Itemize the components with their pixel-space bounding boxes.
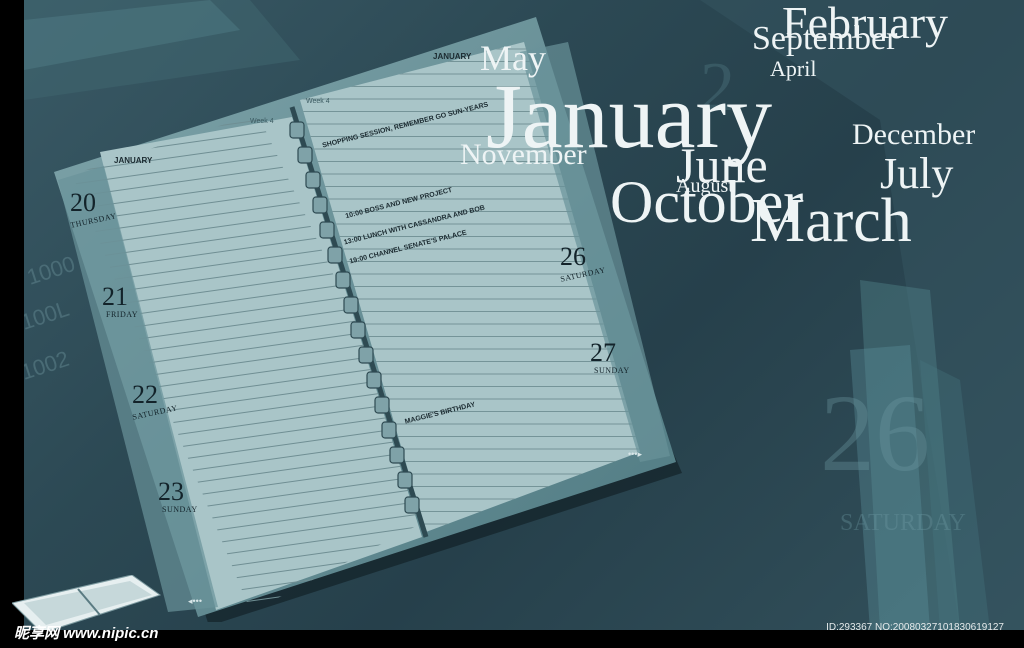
left-border xyxy=(0,0,24,648)
day-number: 23 xyxy=(158,477,184,506)
svg-text:SATURDAY: SATURDAY xyxy=(840,510,966,536)
month-word-november: November xyxy=(460,138,587,171)
month-word-february: February xyxy=(782,0,949,48)
desk-diary-wallpaper: 1000 100L 1002 26 SATURDAY 2 •••▸ ◂••• J… xyxy=(0,0,1024,648)
day-name: FRIDAY xyxy=(106,310,139,319)
left-week-label: Week 4 xyxy=(250,118,274,125)
right-week-label: Week 4 xyxy=(306,98,330,105)
day-number: 26 xyxy=(560,242,586,271)
watermark-site: 昵享网 www.nipic.cn xyxy=(14,625,159,642)
svg-text:26: 26 xyxy=(820,372,930,494)
watermark-id: ID:293367 NO:20080327101830619127 xyxy=(826,622,1004,633)
left-page-month: JANUARY xyxy=(114,156,153,165)
svg-text:•••▸: •••▸ xyxy=(628,449,642,459)
month-word-march: March xyxy=(750,187,912,255)
svg-text:◂•••: ◂••• xyxy=(188,596,202,606)
day-name: SUNDAY xyxy=(594,366,630,375)
day-name: SUNDAY xyxy=(162,505,198,514)
day-number: 20 xyxy=(70,188,96,217)
month-word-december: December xyxy=(852,118,976,151)
right-page-month: JANUARY xyxy=(433,52,472,61)
day-number: 27 xyxy=(590,338,616,367)
month-word-april: April xyxy=(770,56,817,81)
day-number: 21 xyxy=(102,282,128,311)
day-number: 22 xyxy=(132,380,158,409)
